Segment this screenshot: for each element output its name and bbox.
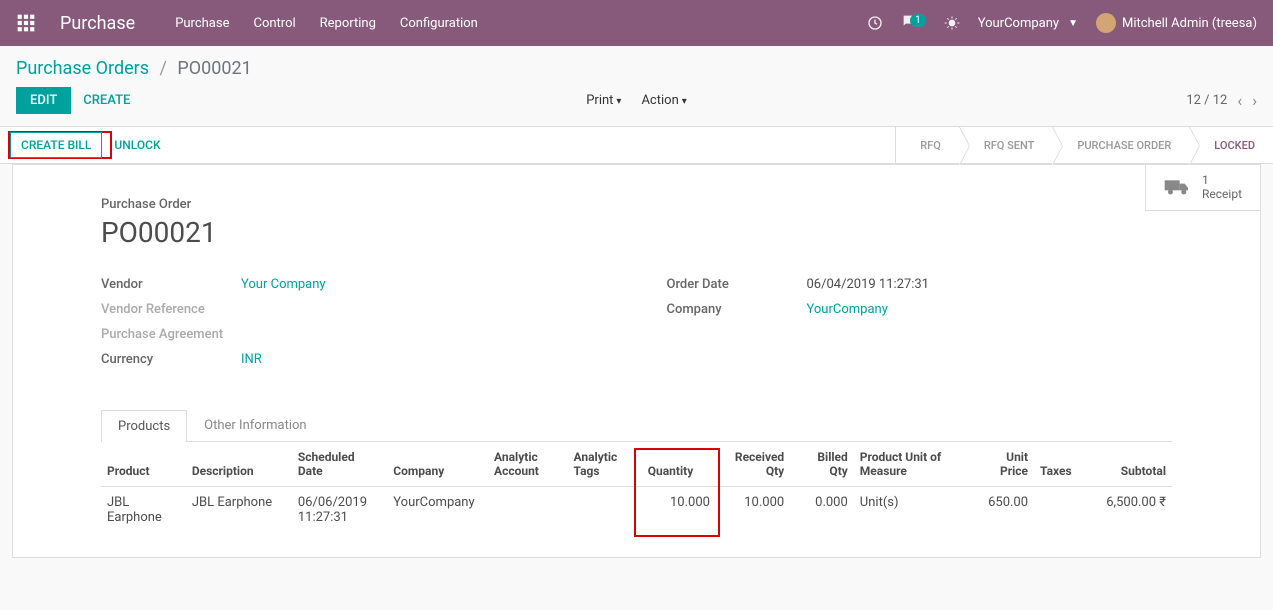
chevron-down-icon: ▼ bbox=[1068, 18, 1078, 29]
edit-button[interactable]: EDIT bbox=[16, 87, 71, 114]
field-value-currency[interactable]: INR bbox=[241, 352, 262, 367]
po-label: Purchase Order bbox=[101, 197, 1172, 212]
cell-product: JBL Earphone bbox=[101, 487, 186, 534]
col-taxes: Taxes bbox=[1034, 442, 1087, 487]
col-product: Product bbox=[101, 442, 186, 487]
app-title: Purchase bbox=[60, 13, 135, 34]
field-label-company: Company bbox=[667, 302, 807, 317]
pager-next[interactable]: › bbox=[1252, 91, 1257, 110]
order-lines-table: Product Description Scheduled Date Compa… bbox=[101, 442, 1172, 533]
action-dropdown[interactable]: Action▾ bbox=[641, 93, 686, 108]
cell-analytic-account bbox=[488, 487, 568, 534]
create-bill-button[interactable]: CREATE BILL bbox=[10, 132, 102, 158]
tab-products[interactable]: Products bbox=[101, 410, 187, 442]
avatar bbox=[1096, 13, 1116, 33]
cell-taxes bbox=[1034, 487, 1087, 534]
menu-reporting[interactable]: Reporting bbox=[320, 16, 376, 31]
cell-uom: Unit(s) bbox=[854, 487, 971, 534]
pager-prev[interactable]: ‹ bbox=[1237, 91, 1242, 110]
tab-other-info[interactable]: Other Information bbox=[187, 409, 323, 441]
status-step-rfq-sent[interactable]: RFQ SENT bbox=[959, 127, 1053, 163]
col-subtotal: Subtotal bbox=[1087, 442, 1172, 487]
form-sheet: 1 Receipt Purchase Order PO00021 VendorY… bbox=[12, 164, 1261, 558]
field-label-agreement: Purchase Agreement bbox=[101, 327, 241, 342]
col-uom: Product Unit of Measure bbox=[854, 442, 971, 487]
breadcrumb-root[interactable]: Purchase Orders bbox=[16, 58, 149, 79]
cell-quantity: 10.000 bbox=[642, 487, 716, 534]
menu-configuration[interactable]: Configuration bbox=[400, 16, 478, 31]
col-scheduled-date: Scheduled Date bbox=[292, 442, 387, 487]
field-value-order-date: 06/04/2019 11:27:31 bbox=[807, 277, 930, 292]
status-step-locked[interactable]: LOCKED bbox=[1189, 127, 1273, 163]
col-billed-qty: Billed Qty bbox=[790, 442, 854, 487]
receipt-label: Receipt bbox=[1202, 187, 1242, 201]
col-analytic-tags: Analytic Tags bbox=[568, 442, 642, 487]
status-step-rfq[interactable]: RFQ bbox=[895, 127, 959, 163]
field-label-vendor-ref: Vendor Reference bbox=[101, 302, 241, 317]
create-button[interactable]: CREATE bbox=[83, 93, 130, 108]
field-label-order-date: Order Date bbox=[667, 277, 807, 292]
company-selector[interactable]: YourCompany ▼ bbox=[978, 16, 1078, 31]
cell-company: YourCompany bbox=[387, 487, 488, 534]
statusbar: CREATE BILL UNLOCK RFQ RFQ SENT PURCHASE… bbox=[0, 126, 1273, 164]
field-label-currency: Currency bbox=[101, 352, 241, 367]
cell-billed-qty: 0.000 bbox=[790, 487, 854, 534]
col-analytic-account: Analytic Account bbox=[488, 442, 568, 487]
field-value-company[interactable]: YourCompany bbox=[807, 302, 888, 317]
cell-unit-price: 650.00 bbox=[970, 487, 1034, 534]
messages-icon[interactable]: 1 bbox=[901, 13, 926, 33]
chevron-down-icon: ▾ bbox=[682, 96, 687, 107]
topbar: Purchase Purchase Control Reporting Conf… bbox=[0, 0, 1273, 46]
col-received-qty: Received Qty bbox=[716, 442, 790, 487]
menu-purchase[interactable]: Purchase bbox=[175, 16, 229, 31]
apps-icon[interactable] bbox=[16, 13, 36, 33]
print-dropdown[interactable]: Print▾ bbox=[586, 93, 621, 108]
menu-control[interactable]: Control bbox=[253, 16, 295, 31]
highlight-box bbox=[634, 486, 720, 537]
table-row[interactable]: JBL Earphone JBL Earphone 06/06/2019 11:… bbox=[101, 487, 1172, 534]
tabs: Products Other Information bbox=[101, 409, 1172, 442]
po-number: PO00021 bbox=[101, 216, 1172, 249]
table-header-row: Product Description Scheduled Date Compa… bbox=[101, 442, 1172, 487]
unlock-button[interactable]: UNLOCK bbox=[114, 138, 160, 152]
pager-text: 12 / 12 bbox=[1186, 93, 1227, 108]
clock-icon[interactable] bbox=[867, 15, 883, 31]
user-menu[interactable]: Mitchell Admin (treesa) bbox=[1096, 13, 1257, 33]
breadcrumb: Purchase Orders / PO00021 bbox=[0, 46, 1273, 87]
top-menu: Purchase Control Reporting Configuration bbox=[175, 16, 478, 31]
status-step-purchase-order[interactable]: PURCHASE ORDER bbox=[1052, 127, 1189, 163]
receipt-stat-button[interactable]: 1 Receipt bbox=[1145, 165, 1260, 211]
user-name: Mitchell Admin (treesa) bbox=[1122, 16, 1257, 31]
bug-icon[interactable] bbox=[944, 15, 960, 31]
col-company: Company bbox=[387, 442, 488, 487]
cell-analytic-tags bbox=[568, 487, 642, 534]
receipt-count: 1 bbox=[1202, 173, 1242, 187]
cell-scheduled-date: 06/06/2019 11:27:31 bbox=[292, 487, 387, 534]
field-label-vendor: Vendor bbox=[101, 277, 241, 292]
truck-icon bbox=[1164, 177, 1192, 197]
chevron-down-icon: ▾ bbox=[616, 96, 621, 107]
cell-subtotal: 6,500.00 ₹ bbox=[1087, 487, 1172, 534]
cell-received-qty: 10.000 bbox=[716, 487, 790, 534]
message-badge: 1 bbox=[910, 14, 926, 27]
breadcrumb-separator: / bbox=[160, 58, 167, 79]
col-unit-price: Unit Price bbox=[970, 442, 1034, 487]
breadcrumb-current: PO00021 bbox=[177, 58, 251, 79]
col-description: Description bbox=[186, 442, 292, 487]
button-row: EDIT CREATE Print▾ Action▾ 12 / 12 ‹ › bbox=[0, 87, 1273, 126]
company-name: YourCompany bbox=[978, 16, 1059, 31]
field-value-vendor[interactable]: Your Company bbox=[241, 277, 326, 292]
cell-description: JBL Earphone bbox=[186, 487, 292, 534]
col-quantity: Quantity bbox=[642, 442, 716, 487]
